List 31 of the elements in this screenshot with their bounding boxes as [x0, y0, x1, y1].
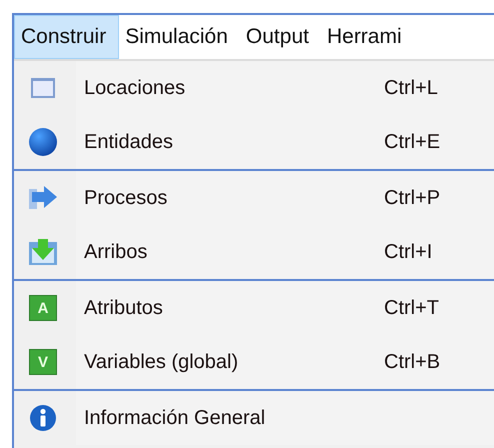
menu-item[interactable]: Procesos Ctrl+P — [14, 171, 494, 225]
menu-item-label: Arribos — [84, 240, 148, 264]
shortcut-text: Ctrl+I — [384, 240, 434, 264]
menu-title[interactable]: Construir — [14, 15, 120, 59]
menu-item-label: Entidades — [84, 130, 174, 154]
letter-icon: A — [29, 295, 57, 321]
menu-item-label: Procesos — [84, 186, 168, 210]
menu-item[interactable]: Información General — [14, 391, 494, 445]
menu-title[interactable]: Herrami — [320, 15, 414, 59]
menu-item-label: Variables (global) — [84, 350, 240, 374]
menu-item[interactable]: A Atributos Ctrl+T — [14, 281, 494, 335]
window-icon — [30, 77, 56, 99]
menu-item-label: Información General — [84, 406, 266, 430]
sphere-icon — [28, 127, 58, 157]
letter-icon: V — [29, 349, 57, 375]
shortcut-text: Ctrl+E — [384, 130, 442, 154]
arrow-down-icon — [28, 238, 58, 266]
shortcut-text: Ctrl+T — [384, 296, 440, 320]
menu-item-label: Atributos — [84, 296, 164, 320]
shortcut-text: Ctrl+L — [384, 76, 439, 100]
arrow-right-icon — [28, 185, 58, 211]
menu-title[interactable]: Output — [240, 15, 321, 59]
info-icon — [29, 404, 57, 432]
menu-item[interactable]: Locaciones Ctrl+L — [14, 61, 494, 115]
menu-item[interactable]: Entidades Ctrl+E — [14, 115, 494, 169]
menu-item[interactable]: Arribos Ctrl+I — [14, 225, 494, 279]
menu-title[interactable]: Simulación — [119, 15, 240, 59]
shortcut-text: Ctrl+B — [384, 350, 442, 374]
menu-item-label: Locaciones — [84, 76, 186, 100]
menu-item[interactable]: V Variables (global) Ctrl+B — [14, 335, 494, 389]
shortcut-text: Ctrl+P — [384, 186, 442, 210]
